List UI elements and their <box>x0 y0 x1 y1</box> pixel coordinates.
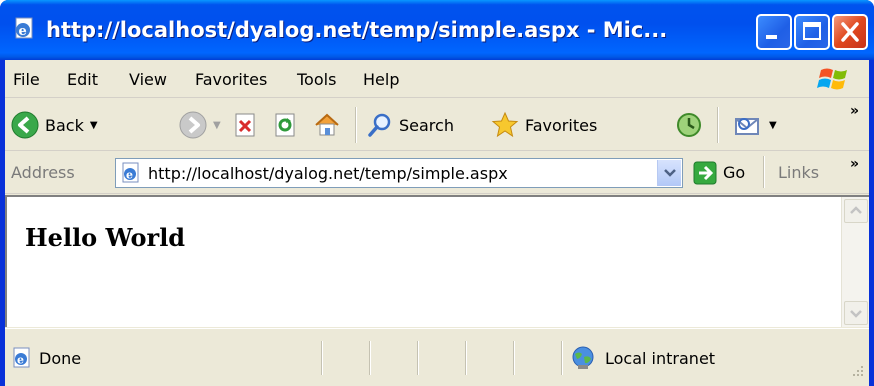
status-pane-divider <box>465 341 467 375</box>
menu-bar: File Edit View Favorites Tools Help <box>5 60 869 98</box>
status-text: Done <box>39 349 82 368</box>
address-input[interactable]: e http://localhost/dyalog.net/temp/simpl… <box>115 158 683 188</box>
search-label: Search <box>399 115 454 135</box>
svg-text:e: e <box>19 24 27 39</box>
minimize-button[interactable] <box>756 14 792 50</box>
chevron-up-icon <box>850 206 862 214</box>
minimize-icon <box>766 35 777 39</box>
status-pane-divider <box>369 341 371 375</box>
refresh-icon <box>275 113 295 137</box>
address-bar: Address e http://localhost/dyalog.net/te… <box>5 152 869 194</box>
menu-tools[interactable]: Tools <box>297 69 336 91</box>
forward-button[interactable]: ▼ <box>179 109 221 141</box>
security-zone-text: Local intranet <box>605 349 716 368</box>
page-content: Hello World <box>5 195 869 327</box>
home-button[interactable] <box>313 109 341 141</box>
status-pane-divider <box>417 341 419 375</box>
status-pane-divider <box>321 341 323 375</box>
stop-button[interactable] <box>233 109 259 141</box>
back-dropdown-icon[interactable]: ▼ <box>90 120 98 131</box>
windows-logo-icon <box>817 68 847 90</box>
links-overflow-chevron[interactable]: » <box>850 156 859 172</box>
scroll-down-button[interactable] <box>844 301 868 325</box>
client-frame: File Edit View Favorites Tools Help Back <box>5 60 869 386</box>
page-icon: e <box>13 347 30 368</box>
resize-grip-icon[interactable] <box>849 362 865 378</box>
address-label: Address <box>11 163 75 182</box>
home-icon <box>315 113 339 136</box>
mail-dropdown-icon[interactable]: ▼ <box>769 120 777 131</box>
mail-icon <box>735 118 759 135</box>
address-dropdown-button[interactable] <box>657 160 681 186</box>
local-intranet-icon <box>572 346 594 369</box>
ie-page-icon: e <box>15 17 33 39</box>
status-bar: e Done Local intranet <box>5 328 869 386</box>
go-arrow-icon[interactable] <box>693 161 717 185</box>
back-label: Back <box>45 115 84 135</box>
page-icon: e <box>122 162 139 183</box>
mail-button[interactable]: ▼ <box>733 109 777 141</box>
history-icon <box>677 113 701 137</box>
search-button[interactable]: Search <box>365 109 454 141</box>
menu-help[interactable]: Help <box>363 69 399 91</box>
standard-toolbar: Back ▼ ▼ Search Favorites ▼ » <box>5 99 869 151</box>
forward-dropdown-icon[interactable]: ▼ <box>213 120 221 131</box>
title-bar[interactable]: e http://localhost/dyalog.net/temp/simpl… <box>0 0 874 60</box>
search-icon <box>368 113 391 137</box>
toolbar-separator <box>717 107 719 143</box>
chevron-down-icon <box>664 169 676 177</box>
menu-favorites[interactable]: Favorites <box>195 69 267 91</box>
close-button[interactable] <box>832 14 868 50</box>
scroll-up-button[interactable] <box>844 199 868 223</box>
maximize-icon <box>803 22 821 40</box>
go-button[interactable]: Go <box>723 163 745 182</box>
back-button[interactable]: Back ▼ <box>11 109 98 141</box>
page-heading: Hello World <box>25 223 186 252</box>
status-pane-divider <box>513 341 515 375</box>
close-icon <box>841 22 859 42</box>
favorites-button[interactable]: Favorites <box>491 109 597 141</box>
svg-text:e: e <box>126 169 133 182</box>
history-button[interactable] <box>675 109 703 141</box>
stop-icon <box>235 113 255 137</box>
toolbar-separator <box>355 107 357 143</box>
chevron-down-icon <box>850 310 862 318</box>
forward-arrow-icon <box>179 111 207 139</box>
refresh-button[interactable] <box>273 109 299 141</box>
svg-text:e: e <box>17 354 24 367</box>
menu-file[interactable]: File <box>13 69 40 91</box>
links-separator <box>763 156 765 188</box>
back-arrow-icon <box>11 111 39 139</box>
favorites-star-icon <box>491 111 519 138</box>
address-url: http://localhost/dyalog.net/temp/simple.… <box>148 164 508 183</box>
links-button[interactable]: Links <box>778 163 819 182</box>
browser-window: e http://localhost/dyalog.net/temp/simpl… <box>0 0 874 386</box>
menu-view[interactable]: View <box>129 69 167 91</box>
maximize-button[interactable] <box>794 14 830 50</box>
vertical-scrollbar[interactable] <box>841 197 869 327</box>
favorites-label: Favorites <box>525 115 598 135</box>
window-title: http://localhost/dyalog.net/temp/simple.… <box>46 18 668 42</box>
status-pane-divider <box>561 341 563 375</box>
toolbar-overflow-chevron[interactable]: » <box>850 103 859 119</box>
menu-edit[interactable]: Edit <box>67 69 98 91</box>
